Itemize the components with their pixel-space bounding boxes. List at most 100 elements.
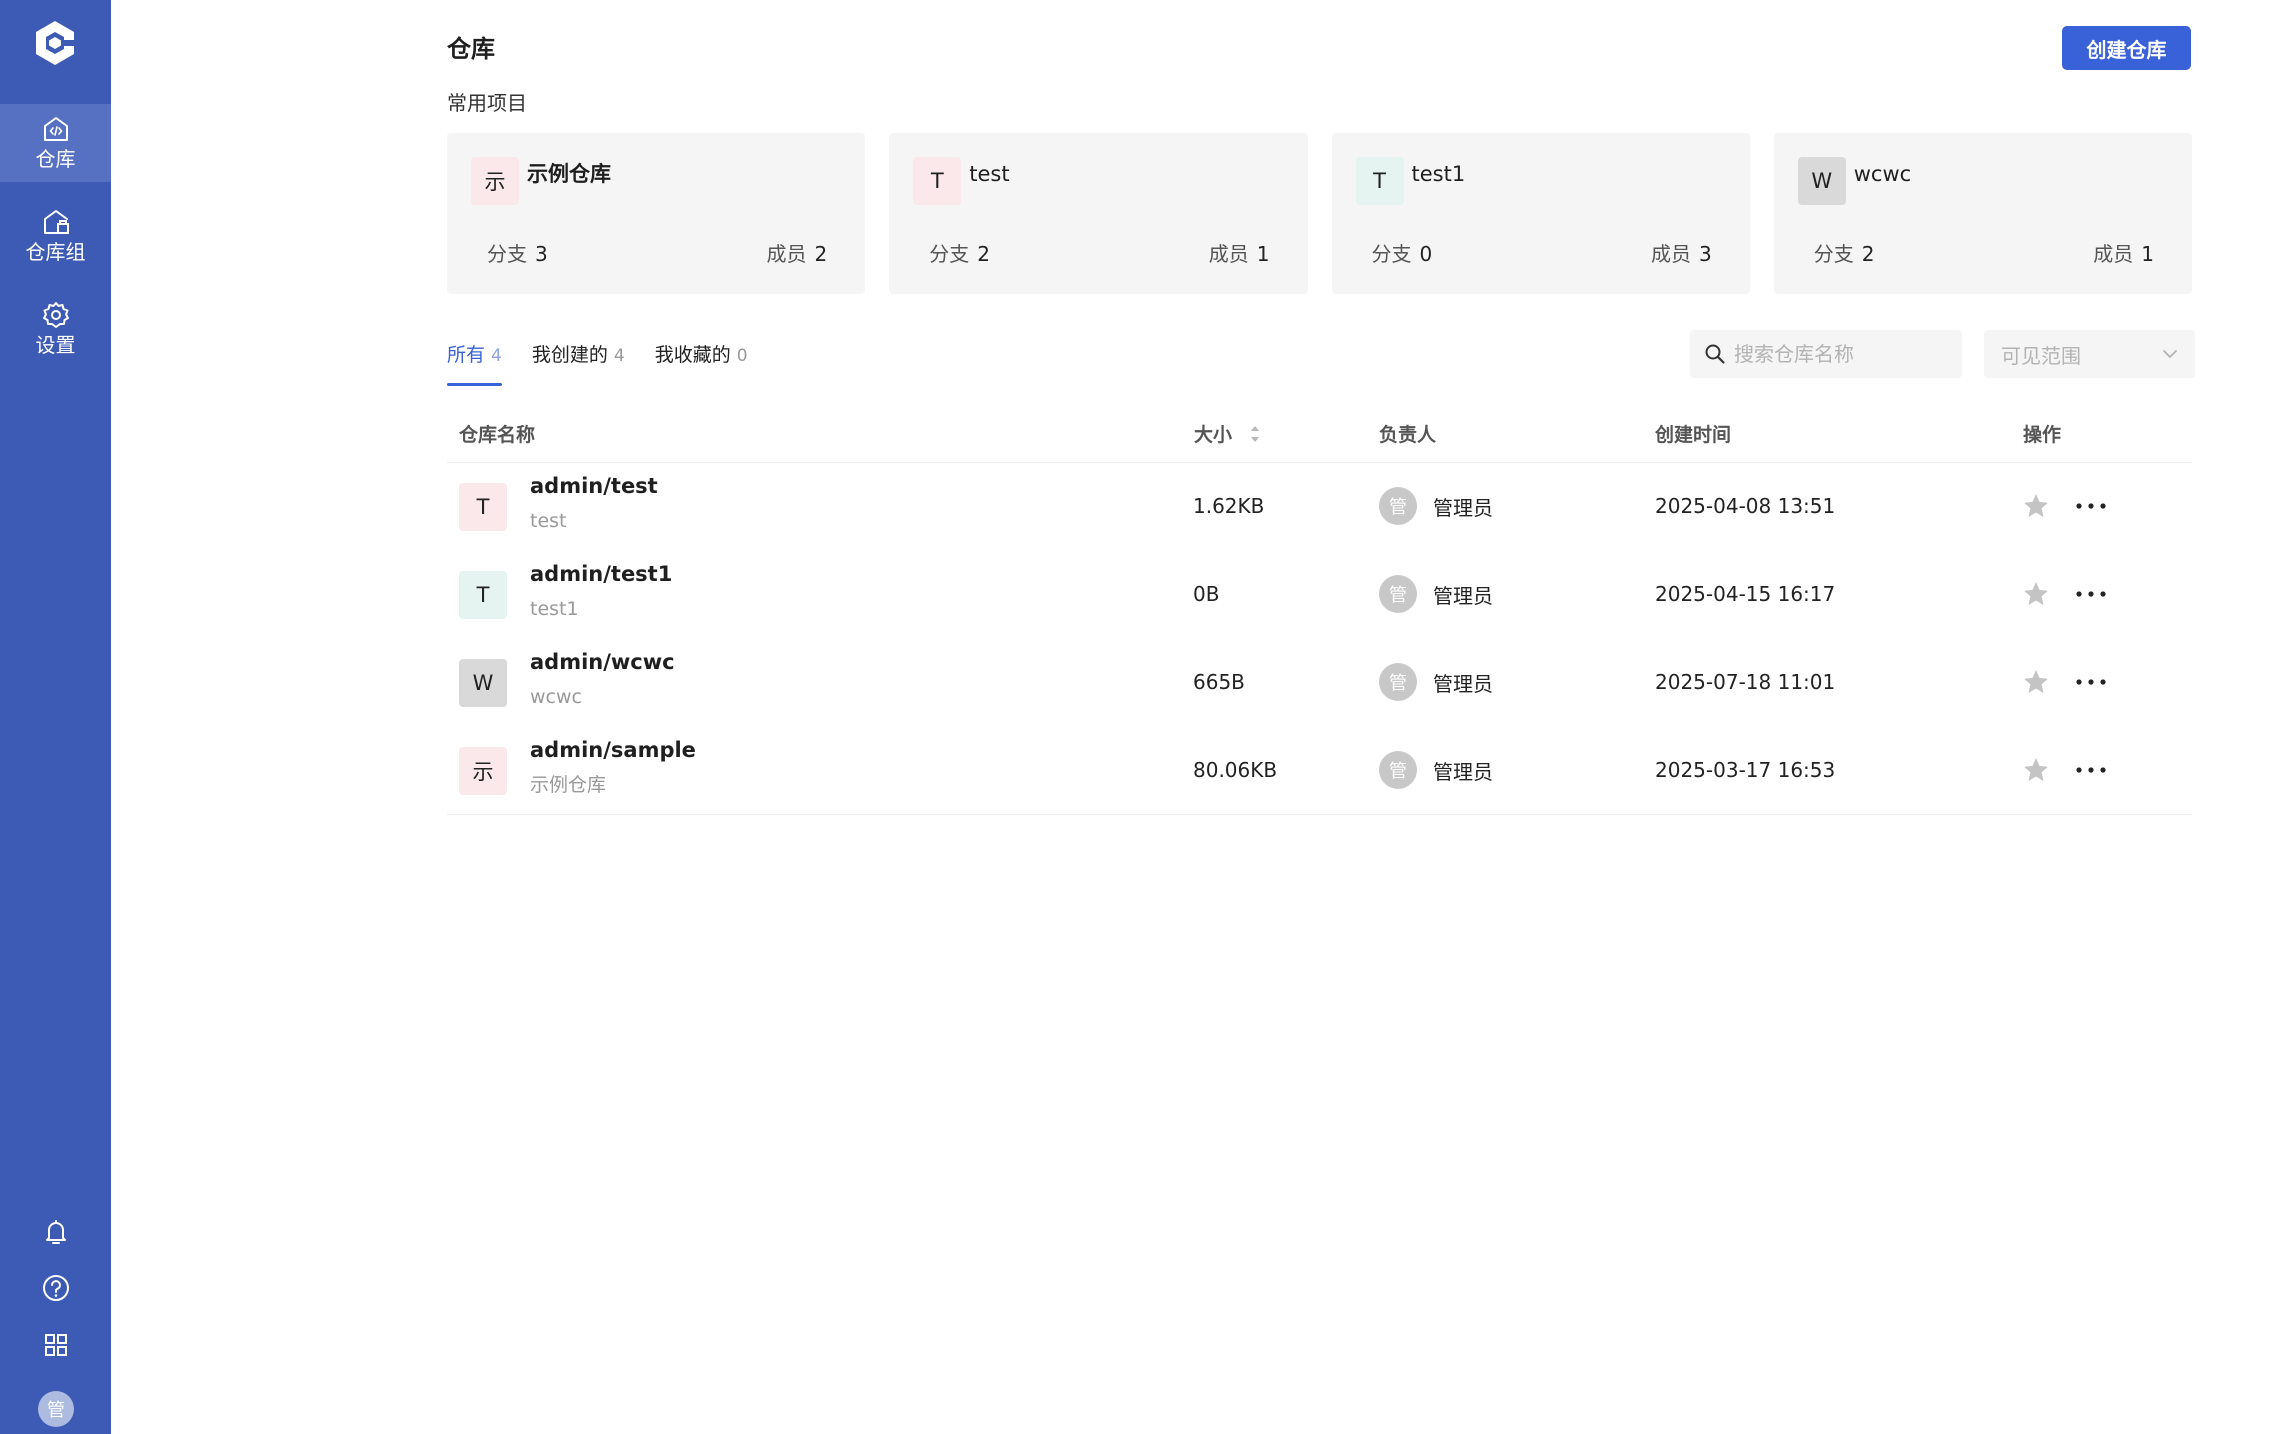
branch-label: 分支 [1371,242,1412,266]
col-size[interactable]: 大小 [1194,415,1232,455]
repo-owner: 管管理员 [1379,487,1493,525]
owner-name: 管理员 [1433,583,1493,608]
repo-created-time: 2025-04-15 16:17 [1655,582,1836,606]
branch-count: 0 [1419,242,1433,266]
tab-all[interactable]: 所有 4 [447,338,502,386]
branch-label: 分支 [929,242,970,266]
sidebar-item-repos[interactable]: 仓库 [0,104,111,182]
filter-tabs: 所有 4 我创建的 4 我收藏的 0 [447,338,748,386]
star-icon[interactable] [2021,667,2051,697]
sidebar-item-label: 设置 [35,333,76,357]
card-member-count: 成员 2 [767,239,828,269]
tab-label: 我收藏的 [654,344,731,366]
member-count: 3 [1699,242,1712,266]
star-icon[interactable] [2021,579,2051,609]
scope-placeholder: 可见范围 [2001,343,2081,368]
repo-size: 665B [1193,670,1245,694]
repo-table: 仓库名称 大小 负责人 创建时间 操作 T admin/test test 1.… [447,415,2192,815]
repo-size: 1.62KB [1193,494,1265,518]
col-created: 创建时间 [1655,424,1732,446]
more-options-icon[interactable] [2073,579,2109,609]
col-owner: 负责人 [1379,424,1437,446]
member-label: 成员 [2093,242,2134,266]
repo-avatar: 示 [471,157,519,205]
chevron-down-icon [2163,350,2177,358]
tab-starred[interactable]: 我收藏的 0 [655,338,748,386]
more-options-icon[interactable] [2073,491,2109,521]
member-label: 成员 [1208,242,1249,266]
repo-owner: 管管理员 [1379,751,1493,789]
card-member-count: 成员 1 [2093,239,2154,269]
tab-count: 4 [613,346,625,366]
repo-avatar: W [1797,157,1846,205]
more-options-icon[interactable] [2073,667,2109,697]
card-member-count: 成员 3 [1651,239,1712,269]
page-title: 仓库 [447,35,495,63]
star-icon[interactable] [2021,491,2051,521]
logo-icon[interactable] [30,18,80,68]
branch-label: 分支 [1813,242,1854,266]
repo-description: 示例仓库 [530,774,607,796]
repo-size: 80.06KB [1193,758,1278,782]
branch-label: 分支 [487,242,527,266]
search-icon [1705,344,1725,364]
member-count: 1 [1256,242,1270,266]
repo-avatar: 示 [459,747,507,795]
owner-name: 管理员 [1433,759,1493,784]
bell-icon[interactable] [40,1216,72,1248]
card-repo-name: test1 [1411,162,1466,186]
col-actions: 操作 [2023,424,2062,446]
table-row: 示 admin/sample 示例仓库 80.06KB 管管理员 2025-03… [447,727,2192,815]
sidebar-item-settings[interactable]: 设置 [0,290,111,368]
repo-name-link[interactable]: admin/test [530,471,658,501]
card-branch-count: 分支 3 [487,239,548,269]
favorite-card[interactable]: 示 示例仓库 分支 3 成员 2 [447,133,866,294]
apps-grid-icon[interactable] [40,1329,72,1361]
repo-avatar: W [459,659,507,707]
repo-created-time: 2025-04-08 13:51 [1655,494,1836,518]
repo-description: test [530,510,567,532]
repo-name-link[interactable]: admin/sample [530,735,696,765]
favorite-card[interactable]: T test1 分支 0 成员 3 [1331,133,1750,294]
repo-avatar: T [459,571,507,619]
sidebar-item-repo-groups[interactable]: 仓库组 [0,197,111,275]
repo-avatar: T [459,483,507,531]
owner-name: 管理员 [1433,495,1493,520]
col-name: 仓库名称 [459,424,536,446]
repo-code-icon [43,117,68,141]
search-box [1690,330,1962,378]
search-input[interactable] [1734,342,1944,366]
table-row: W admin/wcwc wcwc 665B 管管理员 2025-07-18 1… [447,639,2192,727]
repo-name-link[interactable]: admin/wcwc [530,647,675,677]
tab-label: 所有 [447,344,486,366]
branch-count: 2 [977,242,990,266]
repo-owner: 管管理员 [1379,575,1493,613]
card-branch-count: 分支 2 [1814,239,1875,269]
card-repo-name: 示例仓库 [527,162,611,186]
sidebar-item-label: 仓库 [35,147,76,171]
create-repo-button[interactable]: 创建仓库 [2062,26,2191,70]
member-label: 成员 [766,242,807,266]
table-header: 仓库名称 大小 负责人 创建时间 操作 [447,415,2192,463]
tab-created-by-me[interactable]: 我创建的 4 [532,338,625,386]
star-icon[interactable] [2021,755,2051,785]
owner-name: 管理员 [1433,671,1493,696]
repo-name-link[interactable]: admin/test1 [530,559,672,589]
tab-label: 我创建的 [531,344,608,366]
repo-created-time: 2025-07-18 11:01 [1655,670,1836,694]
gear-icon [42,302,69,328]
favorite-card[interactable]: T test 分支 2 成员 1 [889,133,1308,294]
visibility-scope-select[interactable]: 可见范围 [1984,330,2195,378]
favorite-card[interactable]: W wcwc 分支 2 成员 1 [1773,133,2192,294]
sort-icon[interactable] [1249,423,1261,445]
card-repo-name: test [969,162,1010,186]
repo-description: test1 [530,598,579,620]
more-options-icon[interactable] [2073,755,2109,785]
user-avatar[interactable]: 管 [38,1391,74,1427]
owner-avatar: 管 [1379,663,1417,701]
favorites-title: 常用项目 [447,91,527,115]
owner-avatar: 管 [1379,487,1417,525]
member-label: 成员 [1651,242,1692,266]
help-icon[interactable] [40,1272,72,1304]
branch-count: 3 [535,242,548,266]
